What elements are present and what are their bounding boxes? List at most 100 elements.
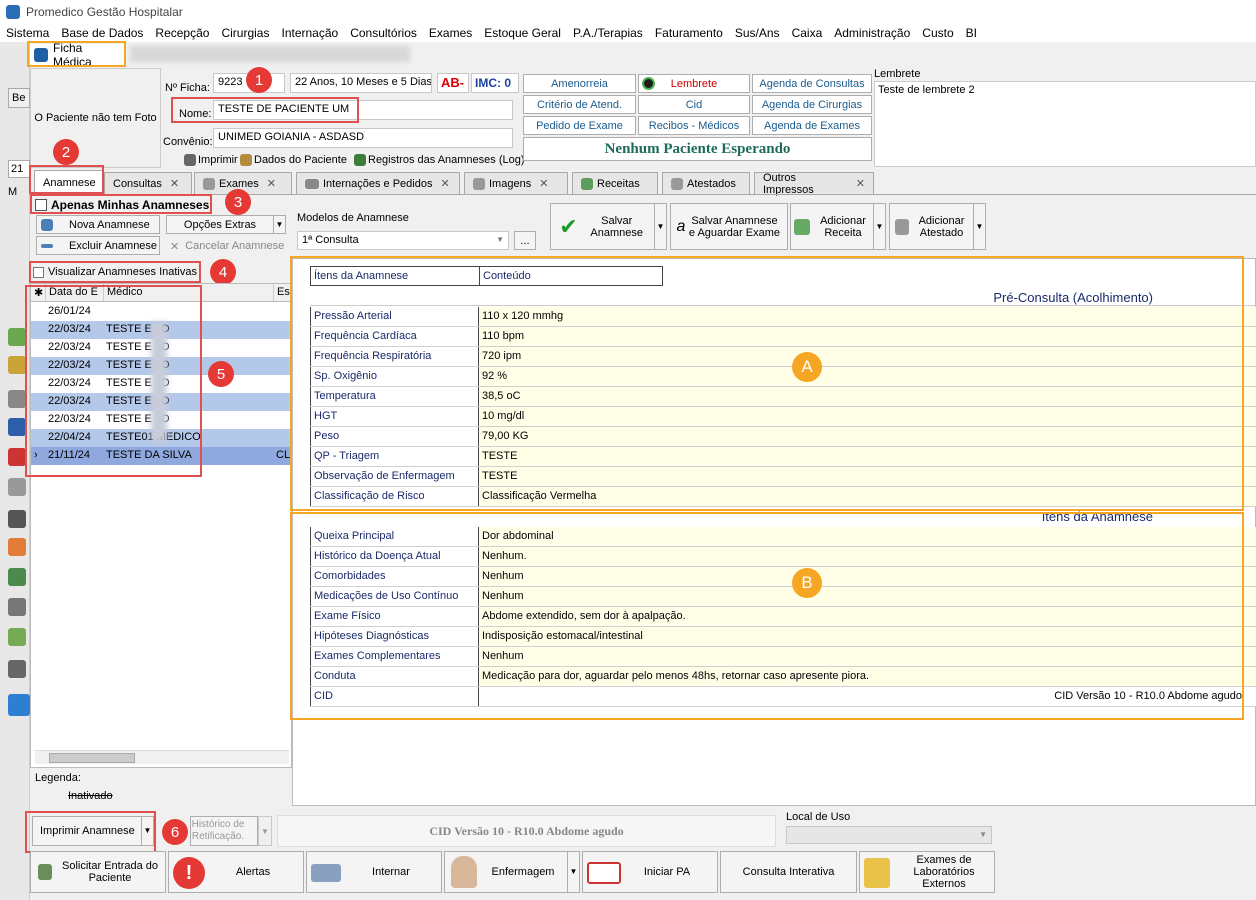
menu-item[interactable]: P.A./Terapias <box>567 26 649 40</box>
certificate-icon <box>894 218 909 235</box>
col-es-header[interactable]: Es <box>273 284 291 301</box>
salvar-aguardar-button[interactable]: a Salvar Anamnese e Aguardar Exame <box>670 203 788 250</box>
side-icon-7[interactable] <box>8 510 26 528</box>
menu-item[interactable]: Recepção <box>149 26 215 40</box>
tab-outros[interactable]: Outros Impressos ✕ <box>754 171 874 196</box>
adicionar-receita-button[interactable]: Adicionar Receita ▼ <box>790 203 886 250</box>
side-icon-9[interactable] <box>8 568 26 586</box>
menu-item[interactable]: Base de Dados <box>55 26 149 40</box>
horizontal-scrollbar[interactable] <box>35 750 289 764</box>
side-icon-3[interactable] <box>8 390 26 408</box>
agenda-consultas-button[interactable]: Agenda de Consultas <box>752 74 872 93</box>
tab-receitas[interactable]: Receitas <box>572 172 658 194</box>
blurred-title <box>130 46 410 62</box>
cid-status: CID Versão 10 - R10.0 Abdome agudo <box>277 815 776 847</box>
tab-label: Outros Impressos <box>763 171 814 196</box>
menu-item[interactable]: Administração <box>828 26 916 40</box>
cancelar-anamnese-button[interactable]: ✕ Cancelar Anamnese <box>170 238 284 254</box>
nova-anamnese-button[interactable]: Nova Anamnese <box>36 215 160 234</box>
amenorreia-button[interactable]: Amenorreia <box>523 74 636 93</box>
menu-item[interactable]: Custo <box>916 26 959 40</box>
tab-atestados[interactable]: Atestados <box>662 172 750 194</box>
stub-tab[interactable]: Be <box>8 88 30 108</box>
salvar-aguardar-label: Salvar Anamnese e Aguardar Exame <box>688 214 781 239</box>
side-icon-12[interactable] <box>8 660 26 678</box>
local-uso-select[interactable]: ▼ <box>786 826 992 844</box>
side-icon-10[interactable] <box>8 598 26 616</box>
ficha-label: Nº Ficha: <box>165 82 210 94</box>
menu-bar: Sistema Base de Dados Recepção Cirurgias… <box>0 24 1256 42</box>
dropdown-arrow-icon[interactable]: ▼ <box>873 204 885 249</box>
side-icon-2[interactable] <box>8 356 26 374</box>
imprimir-link[interactable]: Imprimir <box>184 152 238 168</box>
menu-item[interactable]: Sus/Ans <box>729 26 786 40</box>
side-icon-13[interactable] <box>8 694 30 716</box>
historico-dropdown-icon[interactable]: ▼ <box>258 816 272 846</box>
badge-2: 2 <box>53 139 79 165</box>
solicitar-entrada-button[interactable]: Solicitar Entrada do Paciente <box>30 851 166 893</box>
menu-item[interactable]: Estoque Geral <box>478 26 567 40</box>
close-icon[interactable]: ✕ <box>267 177 276 190</box>
dados-paciente-link[interactable]: Dados do Paciente <box>240 152 347 168</box>
dropdown-arrow-icon[interactable]: ▼ <box>973 204 985 249</box>
menu-item[interactable]: Faturamento <box>649 26 729 40</box>
recibos-button[interactable]: Recibos - Médicos <box>638 116 750 135</box>
side-icon-11[interactable] <box>8 628 26 646</box>
side-icon-5[interactable] <box>8 448 26 466</box>
bed-icon <box>305 178 319 189</box>
registros-link[interactable]: Registros das Anamneses (Log) <box>354 152 525 168</box>
dropdown-arrow-icon[interactable]: ▼ <box>654 204 666 249</box>
excluir-anamnese-button[interactable]: Excluir Anamnese <box>36 236 160 255</box>
menu-item[interactable]: Sistema <box>0 26 55 40</box>
alertas-label: Alertas <box>235 866 271 878</box>
cid-button[interactable]: Cid <box>638 95 750 114</box>
tab-consultas[interactable]: Consultas ✕ <box>104 172 192 194</box>
close-icon[interactable]: ✕ <box>539 177 548 190</box>
lembrete-button[interactable]: Lembrete <box>638 74 750 93</box>
dropdown-arrow-icon[interactable]: ▼ <box>567 852 579 892</box>
scrollbar-thumb[interactable] <box>49 753 135 763</box>
modelos-ellipsis-button[interactable]: ... <box>514 231 536 250</box>
historico-button[interactable]: Histórico de Retificação. <box>190 816 258 846</box>
consulta-interativa-button[interactable]: Consulta Interativa <box>720 851 857 893</box>
close-icon[interactable]: ✕ <box>440 177 449 190</box>
criterio-button[interactable]: Critério de Atend. <box>523 95 636 114</box>
adicionar-atestado-button[interactable]: Adicionar Atestado ▼ <box>889 203 986 250</box>
menu-item[interactable]: Cirurgias <box>215 26 275 40</box>
menu-item[interactable]: Internação <box>275 26 344 40</box>
menu-item[interactable]: Caixa <box>786 26 829 40</box>
registros-label: Registros das Anamneses (Log) <box>368 154 525 166</box>
close-icon[interactable]: ✕ <box>856 177 865 190</box>
pedido-exame-button[interactable]: Pedido de Exame <box>523 116 636 135</box>
modelos-select[interactable]: 1ª Consulta ▼ <box>297 231 509 250</box>
receita-label: Adicionar Receita <box>820 214 866 239</box>
enfermagem-button[interactable]: Enfermagem ▼ <box>444 851 580 893</box>
tab-imagens[interactable]: Imagens ✕ <box>464 172 568 194</box>
menu-item[interactable]: BI <box>960 26 983 40</box>
exames-externos-button[interactable]: Exames de Laboratórios Externos <box>859 851 995 893</box>
iniciar-pa-button[interactable]: Iniciar PA <box>582 851 718 893</box>
exam-icon <box>203 177 215 190</box>
menu-item[interactable]: Exames <box>423 26 478 40</box>
stub-check[interactable]: M <box>8 186 30 202</box>
side-icon-6[interactable] <box>8 478 26 496</box>
badge-5: 5 <box>208 361 234 387</box>
row-es <box>273 303 291 321</box>
close-icon[interactable]: ✕ <box>170 177 179 190</box>
bed-icon <box>311 864 341 882</box>
side-icon-8[interactable] <box>8 538 26 556</box>
highlight-list <box>25 285 202 477</box>
side-icon-4[interactable] <box>8 418 26 436</box>
tab-internacoes[interactable]: Internações e Pedidos ✕ <box>296 172 460 194</box>
consulta-interativa-label: Consulta Interativa <box>742 866 835 878</box>
agenda-exames-button[interactable]: Agenda de Exames <box>752 116 872 135</box>
agenda-cirurgias-button[interactable]: Agenda de Cirurgias <box>752 95 872 114</box>
dropdown-arrow-icon[interactable]: ▼ <box>273 216 285 233</box>
internar-button[interactable]: Internar <box>306 851 442 893</box>
menu-item[interactable]: Consultórios <box>344 26 423 40</box>
opcoes-extras-button[interactable]: Opções Extras ▼ <box>166 215 286 234</box>
alertas-button[interactable]: ! Alertas <box>168 851 304 893</box>
salvar-anamnese-button[interactable]: ✔ Salvar Anamnese ▼ <box>550 203 667 250</box>
side-icon-1[interactable] <box>8 328 26 346</box>
highlight-nome <box>171 97 359 123</box>
